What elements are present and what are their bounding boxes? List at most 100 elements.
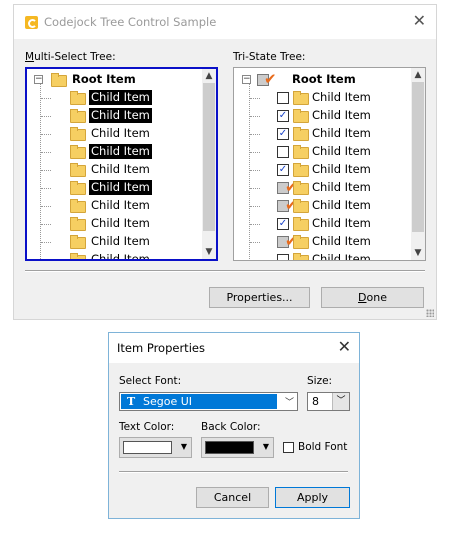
select-font-label: Select Font: (119, 375, 182, 387)
tree-item[interactable]: ✔ Child Item (234, 197, 411, 215)
tree-item[interactable]: Child Item (27, 89, 202, 107)
tree-root-row[interactable]: − ✔ Root Item (234, 71, 411, 89)
folder-icon (70, 145, 86, 159)
tree-connector (250, 188, 260, 189)
tri-state-tree[interactable]: − ✔ Root Item Child Item ✓ Child Item ✓ Chil… (233, 67, 426, 261)
tree-item[interactable]: ✓ Child Item (234, 215, 411, 233)
multi-select-tree[interactable]: − Root Item Child Item Child Item Child It… (25, 67, 218, 261)
tree-connector (250, 116, 260, 117)
tree-item[interactable]: Child Item (27, 197, 202, 215)
tree-item-label: Child Item (91, 252, 150, 261)
tree-root-row[interactable]: − Root Item (27, 71, 202, 89)
tree-item[interactable]: Child Item (27, 179, 202, 197)
main-window: Codejock Tree Control Sample ✕ Multi-Sel… (13, 4, 437, 320)
tree-item[interactable]: ✓ Child Item (234, 161, 411, 179)
tree-item[interactable]: ✓ Child Item (234, 125, 411, 143)
checked-checkbox-icon[interactable]: ✓ (277, 128, 289, 140)
back-color-picker[interactable]: ▼ (201, 437, 274, 458)
scroll-thumb[interactable] (203, 83, 215, 231)
tree-item-label: Child Item (89, 90, 152, 105)
tree-item-label: Child Item (312, 234, 371, 248)
tree-connector (250, 242, 260, 243)
unchecked-checkbox-icon[interactable] (277, 146, 289, 158)
tree-item-label: Child Item (312, 198, 371, 212)
tree-connector (41, 134, 51, 135)
unchecked-checkbox-icon[interactable] (277, 254, 289, 260)
done-button[interactable]: Done (321, 287, 424, 308)
font-selected-item: T Segoe UI (121, 394, 277, 409)
scroll-up-icon[interactable]: ▲ (411, 68, 425, 82)
folder-icon (293, 253, 309, 260)
scroll-up-icon[interactable]: ▲ (202, 69, 216, 83)
chevron-down-icon[interactable]: ﹀ (285, 395, 294, 408)
tree-item[interactable]: Child Item (234, 251, 411, 260)
tree-item[interactable]: ✔ Child Item (234, 179, 411, 197)
folder-icon (293, 163, 309, 177)
folder-icon (293, 91, 309, 105)
folder-icon (70, 127, 86, 141)
tree-item[interactable]: Child Item (27, 143, 202, 161)
chevron-down-icon[interactable]: ﹀ (332, 393, 349, 410)
window-title: Codejock Tree Control Sample (44, 15, 217, 29)
tree-connector (250, 134, 260, 135)
checked-checkbox-icon[interactable]: ✓ (277, 218, 289, 230)
unchecked-checkbox-icon[interactable] (277, 92, 289, 104)
dropdown-arrow-icon: ▼ (180, 442, 187, 451)
multi-select-tree-rows: − Root Item Child Item Child Item Child It… (27, 69, 202, 259)
done-button-label: one (366, 291, 387, 304)
right-tree-scrollbar[interactable]: ▲ ▼ (411, 68, 425, 260)
checked-checkbox-icon[interactable]: ✓ (277, 110, 289, 122)
dropdown-arrow-icon: ▼ (262, 442, 269, 451)
truetype-font-icon: T (127, 395, 136, 408)
tree-item[interactable]: Child Item (27, 161, 202, 179)
tree-item[interactable]: Child Item (27, 251, 202, 261)
tree-item[interactable]: Child Item (234, 89, 411, 107)
item-properties-dialog: Item Properties ✕ Select Font: Size: T S… (108, 332, 360, 519)
tree-connector (41, 224, 51, 225)
size-value: 8 (312, 395, 319, 408)
tree-item-label: Child Item (312, 126, 371, 140)
text-color-swatch (123, 441, 172, 454)
folder-icon (70, 163, 86, 177)
tree-item-label: Child Item (91, 234, 150, 248)
collapse-icon[interactable]: − (34, 75, 43, 84)
close-icon[interactable]: ✕ (338, 337, 351, 357)
close-icon[interactable]: ✕ (413, 11, 426, 31)
cancel-button[interactable]: Cancel (196, 487, 269, 508)
folder-icon (51, 73, 67, 87)
font-select[interactable]: T Segoe UI ﹀ (119, 392, 298, 411)
multi-select-label-text: ulti-Select Tree: (34, 51, 116, 63)
scroll-down-icon[interactable]: ▼ (202, 245, 216, 259)
tree-connector (41, 170, 51, 171)
collapse-icon[interactable]: − (242, 75, 251, 84)
tri-check-icon: ✔ (264, 70, 277, 88)
apply-button[interactable]: Apply (275, 487, 350, 508)
tree-item[interactable]: Child Item (27, 233, 202, 251)
tree-item-label: Child Item (89, 108, 152, 123)
tree-item-label: Child Item (312, 108, 371, 122)
tree-item-label: Child Item (312, 216, 371, 230)
resize-grip-icon[interactable] (426, 309, 434, 317)
left-tree-scrollbar[interactable]: ▲ ▼ (202, 69, 216, 259)
tree-item[interactable]: Child Item (27, 215, 202, 233)
folder-icon (293, 181, 309, 195)
tree-item[interactable]: Child Item (234, 143, 411, 161)
scroll-thumb[interactable] (412, 82, 424, 232)
properties-button[interactable]: Properties... (209, 287, 310, 308)
folder-icon (70, 253, 86, 259)
text-color-label: Text Color: (119, 421, 175, 433)
tree-item[interactable]: Child Item (27, 107, 202, 125)
size-select[interactable]: 8 ﹀ (307, 392, 350, 411)
folder-icon (70, 109, 86, 123)
title-bar: Codejock Tree Control Sample ✕ (14, 5, 436, 39)
tree-item[interactable]: Child Item (27, 125, 202, 143)
tree-item[interactable]: ✔ Child Item (234, 233, 411, 251)
font-name: Segoe UI (143, 395, 193, 408)
bold-font-checkbox[interactable] (283, 442, 294, 453)
text-color-picker[interactable]: ▼ (119, 437, 192, 458)
tree-item-label: Child Item (312, 180, 371, 194)
scroll-down-icon[interactable]: ▼ (411, 246, 425, 260)
tree-item[interactable]: ✓ Child Item (234, 107, 411, 125)
tree-connector (41, 116, 51, 117)
checked-checkbox-icon[interactable]: ✓ (277, 164, 289, 176)
